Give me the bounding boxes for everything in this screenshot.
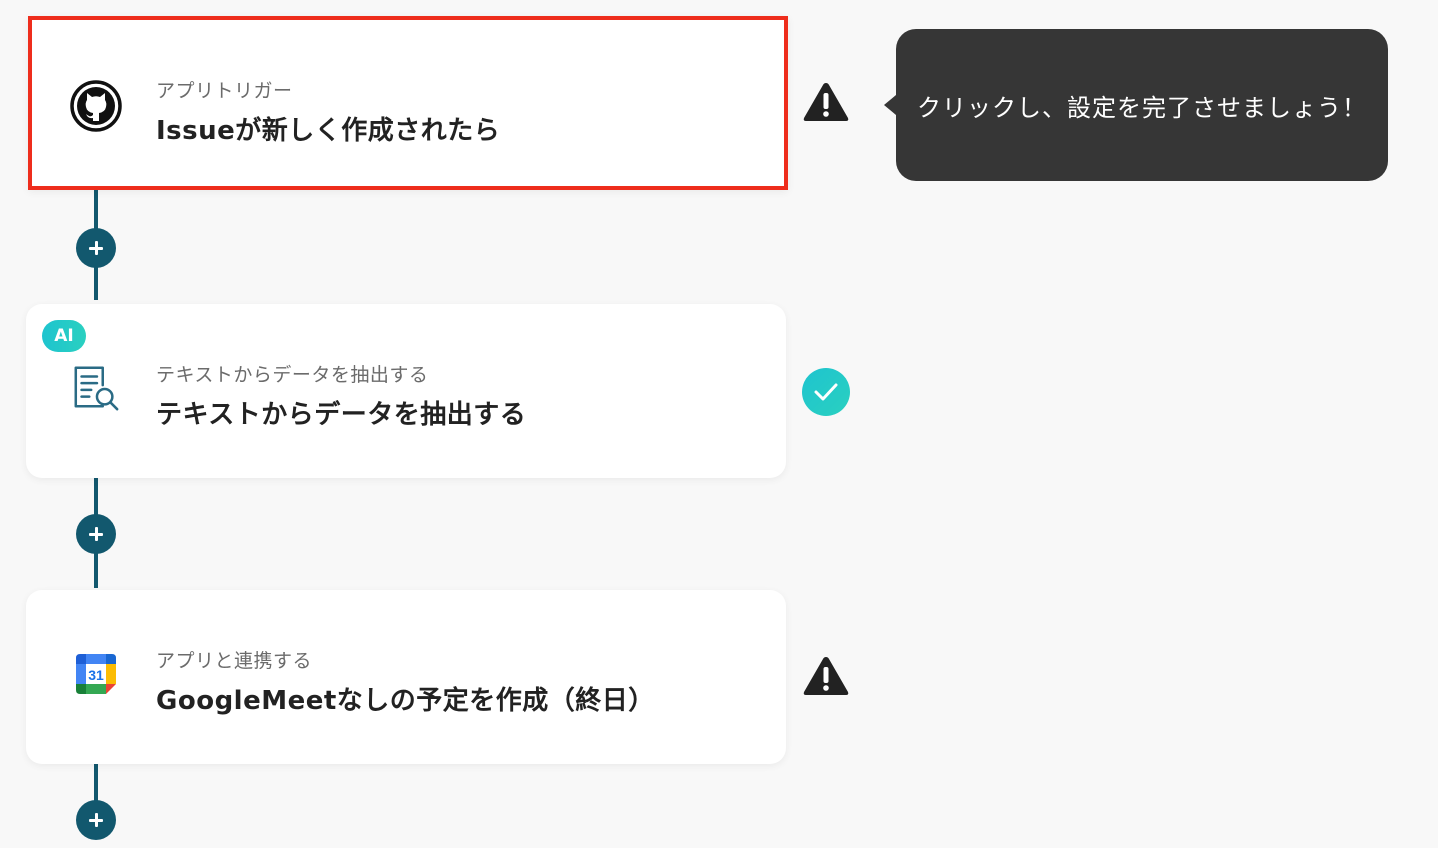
step-card-google-calendar[interactable]: 31 アプリと連携する GoogleMeetなしの予定を作成（終日） [26, 590, 786, 764]
add-step-button[interactable] [76, 228, 116, 268]
google-calendar-icon: 31 [70, 648, 122, 700]
calendar-day-label: 31 [88, 667, 104, 683]
step-title: テキストからデータを抽出する [156, 400, 527, 430]
ai-badge: AI [42, 320, 86, 352]
step-subtitle: アプリトリガー [156, 80, 293, 102]
step-subtitle: アプリと連携する [156, 650, 313, 672]
step-subtitle: テキストからデータを抽出する [156, 364, 429, 386]
step-card-trigger[interactable]: アプリトリガー Issueが新しく作成されたら [28, 16, 788, 190]
add-step-button[interactable] [76, 514, 116, 554]
step-card-ai-extract[interactable]: AI テキストからデータを抽出する テキストからデータを抽出する [26, 304, 786, 478]
github-icon [70, 80, 122, 132]
step-title: GoogleMeetなしの予定を作成（終日） [156, 686, 655, 716]
tooltip-text: クリックし、設定を完了させましょう！ [917, 93, 1367, 122]
tooltip-arrow [884, 95, 896, 115]
setup-tooltip: クリックし、設定を完了させましょう！ [884, 29, 1388, 181]
document-search-icon [70, 362, 122, 414]
add-step-button[interactable] [76, 800, 116, 840]
warning-icon [802, 78, 850, 126]
check-complete-icon [802, 368, 850, 416]
warning-icon [802, 652, 850, 700]
flow-canvas: アプリトリガー Issueが新しく作成されたら AI テキストからデータを抽出す… [0, 0, 1438, 848]
step-title: Issueが新しく作成されたら [156, 116, 501, 146]
